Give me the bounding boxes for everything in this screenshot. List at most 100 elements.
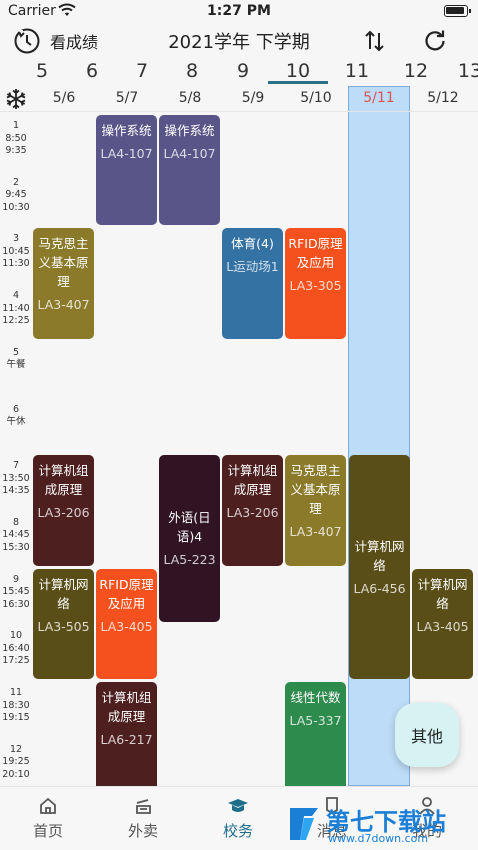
date-header-cell: 5/9 — [241, 90, 265, 106]
course-block[interactable]: 外语(日语)4 LA5-223 — [159, 455, 220, 623]
time-slot-start: 15:45 — [2, 586, 30, 598]
time-slot-start: 10:45 — [2, 245, 30, 257]
time-slot-label: 8 14:45 15:30 — [0, 517, 32, 555]
course-name: 线性代数 — [290, 690, 341, 705]
time-slot-end: 10:30 — [2, 201, 30, 213]
time-slot-label: 11 — [9, 687, 23, 698]
date-header-row: 5/6 5/7 5/8 5/9 5/10 5/11 5/12 — [0, 86, 478, 112]
time-slot-end: 9:35 — [5, 145, 27, 156]
course-room: LA6-217 — [100, 732, 153, 747]
course-block[interactable]: 计算机网络 LA3-405 — [412, 568, 473, 679]
date-header-cell: 5/12 — [427, 90, 459, 106]
date-header-cell: 5/7 — [115, 90, 139, 106]
course-block[interactable]: 计算机组成原理 LA6-217 — [96, 682, 157, 793]
course-room: LA3-407 — [289, 524, 342, 540]
time-slot-end: 12:25 — [2, 315, 30, 327]
watermark-logo-icon — [290, 808, 318, 840]
time-slot-label: 3 10:45 11:30 — [0, 233, 32, 271]
other-button[interactable]: 其他 — [395, 703, 459, 767]
time-slot-label: 4 11:40 12:25 — [0, 290, 32, 328]
active-week-underline — [268, 81, 328, 84]
course-name: RFID原理及应用 — [99, 576, 154, 611]
time-slot-label: 6 午休 — [0, 404, 32, 429]
course-room: LA3-206 — [226, 505, 279, 521]
course-block[interactable]: 计算机组成原理 LA3-206 — [33, 455, 94, 566]
refresh-icon[interactable] — [422, 28, 448, 54]
tab-school-affairs-label: 校务 — [222, 822, 253, 840]
time-slot-label: 6 — [12, 403, 20, 415]
course-room: LA3-505 — [37, 618, 90, 634]
week-tab-13[interactable]: 13 — [445, 60, 478, 82]
week-tab-8[interactable]: 8 — [167, 60, 217, 82]
time-slot-start: 13:50 — [2, 472, 30, 484]
course-room: LA3-206 — [37, 505, 90, 521]
time-slot-end: 16:30 — [2, 598, 30, 610]
course-name: 马克思主义基本原理 — [290, 463, 341, 517]
snowflake-icon[interactable] — [5, 88, 27, 110]
time-slot-label: 2 9:45 10:30 — [0, 177, 32, 215]
course-name: 计算机网络 — [417, 576, 468, 611]
week-selector: 5 6 7 8 9 10 11 12 13 — [0, 58, 478, 86]
course-block[interactable]: 线性代数 LA5-337 — [285, 682, 346, 793]
date-header-cell: 5/8 — [178, 90, 202, 106]
course-name: 计算机组成原理 — [227, 463, 278, 498]
course-room: LA4-107 — [163, 146, 216, 161]
time-slot-label: 5 — [12, 346, 20, 358]
date-header-cell: 5/11 — [363, 90, 395, 106]
course-block[interactable]: RFID原理及应用 LA3-305 — [285, 228, 346, 339]
week-tab-10[interactable]: 10 — [273, 60, 323, 82]
school-icon — [228, 799, 248, 812]
week-tab-5[interactable]: 5 — [17, 60, 67, 82]
time-slot-start: 18:30 — [2, 699, 30, 711]
course-block[interactable]: 计算机网络 LA6-456 — [349, 455, 410, 679]
time-slot-label: 7 — [12, 460, 20, 472]
course-name: 马克思主义基本原理 — [38, 236, 89, 290]
time-slot-start: 8:50 — [5, 132, 27, 144]
course-room: LA3-405 — [416, 618, 469, 634]
week-tab-9[interactable]: 9 — [218, 60, 268, 82]
time-slot-end: 15:30 — [2, 541, 30, 553]
week-tab-12[interactable]: 12 — [391, 60, 441, 82]
course-block[interactable]: 操作系统 LA4-107 — [96, 115, 157, 226]
tab-home[interactable]: 首页 — [13, 795, 83, 841]
status-bar: Carrier 1:27 PM — [0, 0, 478, 24]
course-name: 计算机网络 — [38, 576, 89, 611]
week-tab-7[interactable]: 7 — [117, 60, 167, 82]
swap-sort-icon[interactable] — [362, 28, 388, 54]
date-header-cell: 5/6 — [52, 90, 76, 106]
date-header-cell: 5/10 — [300, 90, 332, 106]
course-block[interactable]: 马克思主义基本原理 LA3-407 — [285, 455, 346, 566]
time-slot-label: 9 15:45 16:30 — [0, 574, 32, 612]
time-slot-label: 10 16:40 17:25 — [0, 630, 32, 668]
time-slot-end: 14:35 — [2, 485, 30, 497]
time-slot-label: 3 — [12, 233, 20, 245]
course-room: LA3-407 — [37, 297, 90, 313]
tab-takeout-label: 外卖 — [127, 822, 158, 840]
course-block[interactable]: RFID原理及应用 LA3-405 — [96, 568, 157, 679]
time-slot-label: 4 — [12, 290, 20, 302]
time-slot-start: 19:25 — [2, 756, 30, 768]
time-slot-start: 午餐 — [6, 359, 26, 371]
time-slot-end: 11:30 — [2, 258, 30, 270]
time-slot-label: 8 — [12, 516, 20, 528]
course-name: RFID原理及应用 — [288, 236, 343, 271]
course-block[interactable]: 计算机网络 LA3-505 — [33, 568, 94, 679]
course-block[interactable]: 操作系统 LA4-107 — [159, 115, 220, 226]
course-block[interactable]: 马克思主义基本原理 LA3-407 — [33, 228, 94, 339]
course-room: LA3-405 — [100, 618, 153, 634]
course-block[interactable]: 体育(4) L运动场1 — [222, 228, 283, 339]
course-name: 操作系统 — [164, 123, 215, 138]
course-block[interactable]: 计算机组成原理 LA3-206 — [222, 455, 283, 566]
time-slot-start: 9:45 — [5, 189, 27, 201]
time-slot-label: 10 — [9, 630, 23, 642]
time-slot-end: 19:15 — [2, 712, 30, 723]
time-slot-label: 11 18:30 19:15 — [0, 687, 32, 725]
time-slot-start: 午休 — [6, 416, 26, 427]
tab-school-affairs[interactable]: 校务 — [203, 795, 273, 841]
tab-takeout[interactable]: 外卖 — [108, 795, 178, 841]
today-column-highlight — [348, 86, 410, 786]
time-slot-start: 14:45 — [2, 529, 30, 541]
time-slot-label: 12 — [9, 743, 23, 755]
week-tab-6[interactable]: 6 — [67, 60, 117, 82]
week-tab-11[interactable]: 11 — [332, 60, 382, 82]
